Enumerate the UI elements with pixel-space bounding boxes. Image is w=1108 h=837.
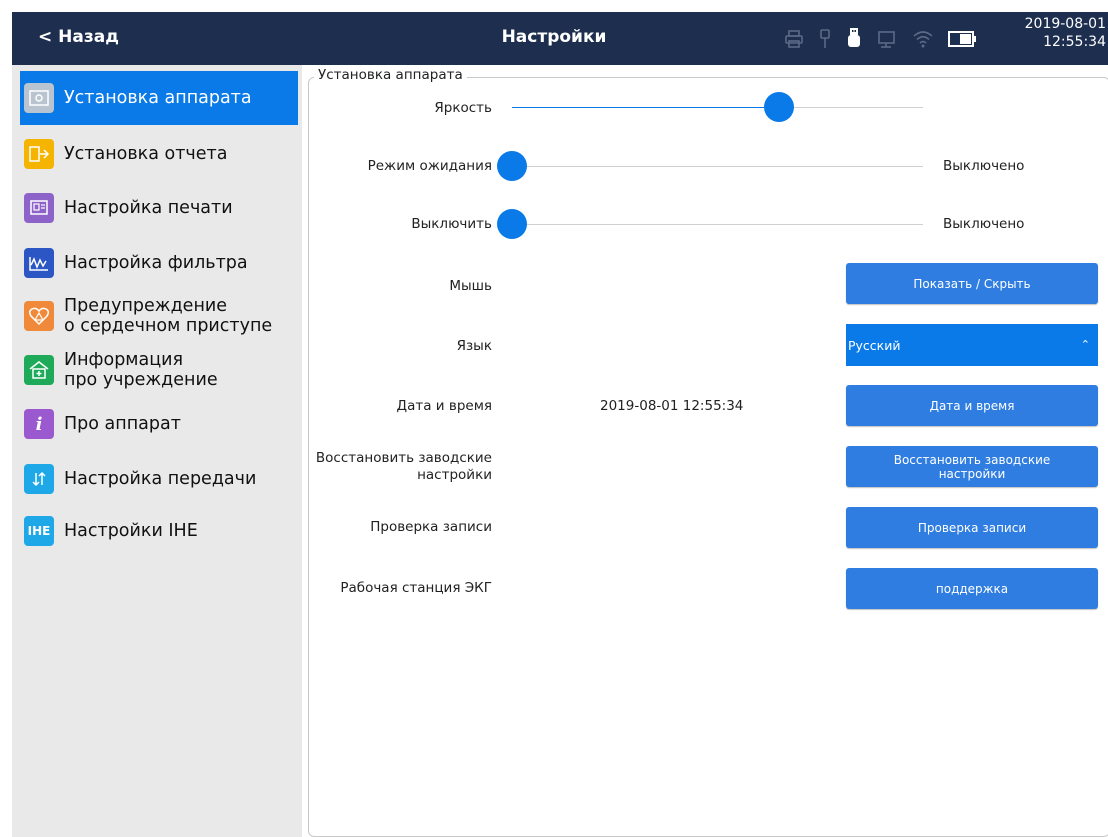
battery-icon [948,30,978,48]
sidebar-item-label: Настройка печати [64,198,233,218]
standby-label: Режим ожидания [367,158,492,174]
standby-slider[interactable] [497,151,923,181]
factory-reset-button[interactable]: Восстановить заводские настройки [846,446,1098,487]
sidebar-item-label: Информация про учреждение [64,350,218,390]
wifi-icon [912,29,934,49]
sidebar-item-heart-warning[interactable]: Предупреждение о сердечном приступе [20,293,298,339]
language-select[interactable]: Русский ⌃ [846,324,1098,366]
sidebar-item-label: Настройка фильтра [64,253,248,273]
mouse-label: Мышь [449,278,492,294]
filter-icon [24,248,54,278]
brightness-label: Яркость [434,100,492,116]
top-margin [0,0,1108,12]
standby-value: Выключено [943,158,1025,174]
language-select-value: Русский [848,338,901,353]
shutdown-label: Выключить [411,216,492,232]
network-icon [876,29,898,49]
record-check-label: Проверка записи [370,519,492,535]
shutdown-value: Выключено [943,216,1025,232]
record-check-button[interactable]: Проверка записи [846,507,1098,548]
factory-reset-label: Восстановить заводские настройки [315,450,492,483]
usb-icon [846,27,862,51]
brightness-slider-thumb[interactable] [764,92,795,122]
lan-icon [818,28,832,50]
clock-time: 12:55:34 [1043,34,1106,50]
mouse-toggle-button[interactable]: Показать / Скрыть [846,263,1098,304]
datetime-label: Дата и время [396,398,492,414]
hospital-icon [24,355,54,385]
sidebar-item-filter[interactable]: Настройка фильтра [20,248,298,278]
heart-warning-icon [24,301,54,331]
datetime-value: 2019-08-01 12:55:34 [600,398,744,414]
brightness-slider[interactable] [512,92,923,122]
shutdown-slider[interactable] [497,209,923,239]
back-button[interactable]: < Назад [38,27,119,47]
ecg-support-button[interactable]: поддержка [846,568,1098,609]
chevron-up-icon: ⌃ [1080,338,1090,351]
panel-legend: Установка аппарата [314,67,467,83]
datetime-button[interactable]: Дата и время [846,385,1098,426]
header-bar: < Назад 2019-08-01 12:55:34 [12,12,1108,65]
brightness-slider-fill [512,107,780,108]
clock-date: 2019-08-01 [1024,16,1106,32]
ecg-workstation-label: Рабочая станция ЭКГ [340,580,492,596]
shutdown-slider-thumb[interactable] [497,209,527,239]
sidebar-item-label: Предупреждение о сердечном приступе [64,296,273,336]
printer-icon [784,29,804,49]
clock: 2019-08-01 12:55:34 [1025,15,1106,51]
standby-slider-thumb[interactable] [497,151,527,181]
status-icons [784,24,978,54]
language-label: Язык [456,338,492,354]
sidebar-item-label: Про аппарат [64,414,181,434]
